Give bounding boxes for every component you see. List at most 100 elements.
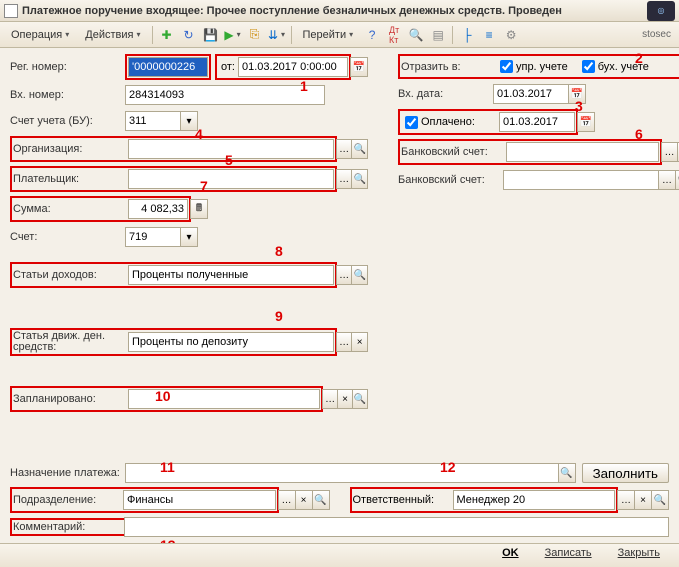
move-label: Статья движ. ден. средств: bbox=[13, 331, 128, 353]
reflect-label: Отразить в: bbox=[401, 61, 496, 73]
bank-select-icon[interactable]: … bbox=[661, 142, 677, 162]
dept-clear-icon[interactable]: × bbox=[295, 490, 313, 510]
org-label: Организация: bbox=[13, 143, 128, 155]
annotation-6: 6 bbox=[635, 126, 643, 142]
search-icon[interactable]: 🔍 bbox=[406, 25, 426, 45]
in-date-label: Вх. дата: bbox=[398, 88, 493, 100]
tree-icon[interactable]: ├ bbox=[457, 25, 477, 45]
org-search-icon[interactable]: 🔍 bbox=[351, 139, 368, 159]
new-icon[interactable]: ✚ bbox=[157, 25, 177, 45]
annotation-7: 7 bbox=[200, 178, 208, 194]
dept-label: Подразделение: bbox=[13, 494, 123, 506]
acct-label: Счет: bbox=[10, 231, 125, 243]
move-input[interactable] bbox=[128, 332, 334, 352]
fill-button[interactable]: Заполнить bbox=[582, 463, 669, 483]
annotation-3: 3 bbox=[575, 98, 583, 114]
reg-no-label: Рег. номер: bbox=[10, 61, 125, 73]
income-input[interactable] bbox=[128, 265, 334, 285]
actions-menu[interactable]: Действия bbox=[78, 25, 147, 45]
paid-label: Оплачено: bbox=[421, 116, 499, 128]
annotation-4: 4 bbox=[195, 126, 203, 142]
payer-search-icon[interactable]: 🔍 bbox=[351, 169, 368, 189]
resp-input[interactable] bbox=[453, 490, 616, 510]
save-button[interactable]: Записать bbox=[534, 546, 603, 566]
resp-label: Ответственный: bbox=[353, 494, 453, 506]
brand-text: stosec bbox=[642, 29, 675, 40]
calc-icon[interactable]: 🖩 bbox=[190, 199, 208, 219]
document-icon bbox=[4, 4, 18, 18]
paid-date-input[interactable] bbox=[499, 112, 575, 132]
annotation-10: 10 bbox=[155, 388, 171, 404]
right-column: Отразить в: упр. учете бух. учете Вх. да… bbox=[398, 54, 679, 416]
bank2-select-icon[interactable]: … bbox=[658, 170, 676, 190]
operation-menu[interactable]: Операция bbox=[4, 25, 76, 45]
payer-input[interactable] bbox=[128, 169, 334, 189]
dept-search-icon[interactable]: 🔍 bbox=[312, 490, 330, 510]
comment-label: Комментарий: bbox=[13, 521, 121, 533]
income-select-icon[interactable]: … bbox=[336, 265, 353, 285]
planned-search-icon[interactable]: 🔍 bbox=[352, 389, 368, 409]
planned-select-icon[interactable]: … bbox=[322, 389, 338, 409]
resp-select-icon[interactable]: … bbox=[617, 490, 635, 510]
post-icon[interactable]: ▶ bbox=[223, 25, 243, 45]
acct-dropdown-icon[interactable]: ▾ bbox=[180, 227, 198, 247]
mgmt-checkbox[interactable] bbox=[500, 60, 513, 73]
resp-search-icon[interactable]: 🔍 bbox=[651, 490, 669, 510]
dept-input[interactable] bbox=[123, 490, 276, 510]
org-select-icon[interactable]: … bbox=[336, 139, 353, 159]
reg-no-input[interactable] bbox=[128, 57, 208, 77]
annotation-12: 12 bbox=[440, 459, 456, 475]
app-logo: ◎ bbox=[647, 1, 675, 21]
report-icon[interactable]: ▤ bbox=[428, 25, 448, 45]
in-date-input[interactable] bbox=[493, 84, 569, 104]
annotation-11: 11 bbox=[160, 459, 175, 475]
toolbar: Операция Действия ✚ ↻ 💾 ▶ ⎘ ⇊ Перейти ? … bbox=[0, 22, 679, 48]
planned-clear-icon[interactable]: × bbox=[337, 389, 353, 409]
titlebar: Платежное поручение входящее: Прочее пос… bbox=[0, 0, 679, 22]
paid-checkbox[interactable] bbox=[405, 116, 418, 129]
annotation-2: 2 bbox=[635, 50, 643, 66]
in-no-input[interactable] bbox=[125, 85, 325, 105]
in-no-label: Вх. номер: bbox=[10, 89, 125, 101]
copy-icon[interactable]: ⎘ bbox=[245, 25, 265, 45]
basis-icon[interactable]: ⇊ bbox=[267, 25, 287, 45]
annotation-5: 5 bbox=[225, 152, 233, 168]
list-icon[interactable]: ≡ bbox=[479, 25, 499, 45]
account-input[interactable] bbox=[125, 111, 181, 131]
account-label: Счет учета (БУ): bbox=[10, 115, 125, 127]
footer-bar: OK Записать Закрыть bbox=[0, 543, 679, 567]
sum-label: Сумма: bbox=[13, 203, 68, 215]
payer-label: Плательщик: bbox=[13, 173, 128, 185]
income-search-icon[interactable]: 🔍 bbox=[351, 265, 368, 285]
payer-select-icon[interactable]: … bbox=[336, 169, 353, 189]
refresh-icon[interactable]: ↻ bbox=[179, 25, 199, 45]
purpose-input[interactable] bbox=[125, 463, 559, 483]
acct-input[interactable] bbox=[125, 227, 181, 247]
config-icon[interactable]: ⚙ bbox=[501, 25, 521, 45]
paid-cal-icon[interactable]: 📅 bbox=[577, 112, 595, 132]
annotation-8: 8 bbox=[275, 243, 283, 259]
purpose-search-icon[interactable]: 🔍 bbox=[558, 463, 576, 483]
bank2-search-icon[interactable]: 🔍 bbox=[675, 170, 679, 190]
move-clear-icon[interactable]: × bbox=[351, 332, 368, 352]
sum-input[interactable] bbox=[128, 199, 188, 219]
dtkt-icon[interactable]: ДтКт bbox=[384, 25, 404, 45]
acct-checkbox[interactable] bbox=[582, 60, 595, 73]
save-icon[interactable]: 💾 bbox=[201, 25, 221, 45]
resp-clear-icon[interactable]: × bbox=[634, 490, 652, 510]
bank-acct2-input[interactable] bbox=[503, 170, 659, 190]
comment-input[interactable] bbox=[124, 517, 669, 537]
purpose-label: Назначение платежа: bbox=[10, 468, 125, 479]
help-icon[interactable]: ? bbox=[362, 25, 382, 45]
goto-menu[interactable]: Перейти bbox=[296, 25, 361, 45]
from-date-input[interactable] bbox=[238, 57, 348, 77]
close-button[interactable]: Закрыть bbox=[607, 546, 671, 566]
dept-select-icon[interactable]: … bbox=[278, 490, 296, 510]
bank-acct-input[interactable] bbox=[506, 142, 659, 162]
planned-label: Запланировано: bbox=[13, 393, 128, 405]
mgmt-label: упр. учете bbox=[516, 61, 568, 73]
annotation-9: 9 bbox=[275, 308, 283, 324]
calendar-icon[interactable]: 📅 bbox=[350, 57, 368, 77]
ok-button[interactable]: OK bbox=[491, 546, 530, 566]
move-select-icon[interactable]: … bbox=[336, 332, 353, 352]
